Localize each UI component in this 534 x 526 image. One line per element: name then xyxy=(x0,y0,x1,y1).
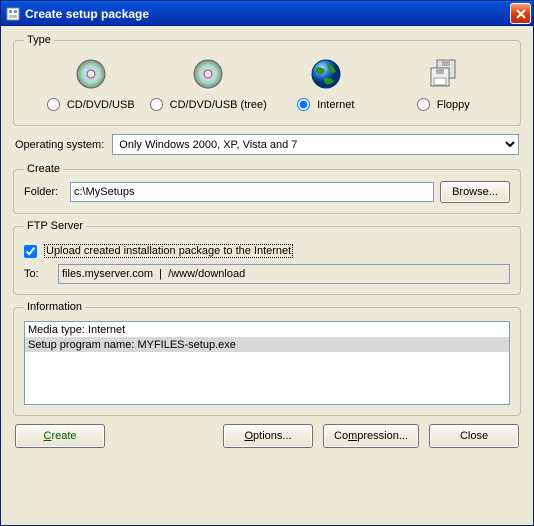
type-option-internet: Internet xyxy=(267,58,385,111)
type-option-cd: CD/DVD/USB xyxy=(32,58,150,111)
folder-label: Folder: xyxy=(24,186,64,198)
create-group: Create Folder: Browse... xyxy=(13,163,521,214)
radio-internet-label: Internet xyxy=(317,99,354,111)
titlebar: Create setup package xyxy=(1,1,533,26)
cd-icon xyxy=(75,58,107,90)
globe-icon xyxy=(310,58,342,90)
ftp-group: FTP Server Upload created installation p… xyxy=(13,220,521,295)
compression-button[interactable]: Compression... xyxy=(323,424,419,448)
create-button[interactable]: Create xyxy=(15,424,105,448)
browse-button[interactable]: Browse... xyxy=(440,181,510,203)
radio-floppy[interactable]: Floppy xyxy=(417,98,470,111)
info-line-media: Media type: Internet xyxy=(25,322,509,337)
button-row: Create Options... Compression... Close xyxy=(13,422,521,448)
os-select[interactable]: Only Windows 2000, XP, Vista and 7 xyxy=(112,134,519,155)
to-label: To: xyxy=(24,268,52,280)
window-title: Create setup package xyxy=(25,7,510,21)
os-row: Operating system: Only Windows 2000, XP,… xyxy=(13,132,521,157)
floppy-icon xyxy=(427,58,459,90)
radio-internet[interactable]: Internet xyxy=(297,98,354,111)
ftp-legend: FTP Server xyxy=(24,220,86,232)
radio-cd[interactable]: CD/DVD/USB xyxy=(47,98,135,111)
radio-cdtree[interactable]: CD/DVD/USB (tree) xyxy=(150,98,267,111)
os-label: Operating system: xyxy=(15,139,104,151)
type-option-cdtree: CD/DVD/USB (tree) xyxy=(150,58,268,111)
folder-input[interactable] xyxy=(70,182,434,202)
info-legend: Information xyxy=(24,301,85,313)
info-listbox[interactable]: Media type: Internet Setup program name:… xyxy=(24,321,510,405)
create-legend: Create xyxy=(24,163,63,175)
close-button[interactable]: Close xyxy=(429,424,519,448)
app-icon xyxy=(5,6,21,22)
info-line-program: Setup program name: MYFILES-setup.exe xyxy=(25,337,509,352)
upload-checkbox[interactable]: Upload created installation package to t… xyxy=(24,244,293,258)
type-option-floppy: Floppy xyxy=(385,58,503,111)
upload-checkbox-label: Upload created installation package to t… xyxy=(44,244,293,258)
cd-tree-icon xyxy=(192,58,224,90)
radio-floppy-label: Floppy xyxy=(437,99,470,111)
close-icon[interactable] xyxy=(510,3,531,24)
radio-cdtree-label: CD/DVD/USB (tree) xyxy=(170,99,267,111)
type-group: Type CD/DVD/USB xyxy=(13,34,521,126)
options-button[interactable]: Options... xyxy=(223,424,313,448)
info-group: Information Media type: Internet Setup p… xyxy=(13,301,521,416)
dialog-content: Type CD/DVD/USB xyxy=(1,26,533,525)
to-input[interactable] xyxy=(58,264,510,284)
radio-cd-label: CD/DVD/USB xyxy=(67,99,135,111)
type-legend: Type xyxy=(24,34,54,46)
setup-package-dialog: Create setup package Type xyxy=(0,0,534,526)
